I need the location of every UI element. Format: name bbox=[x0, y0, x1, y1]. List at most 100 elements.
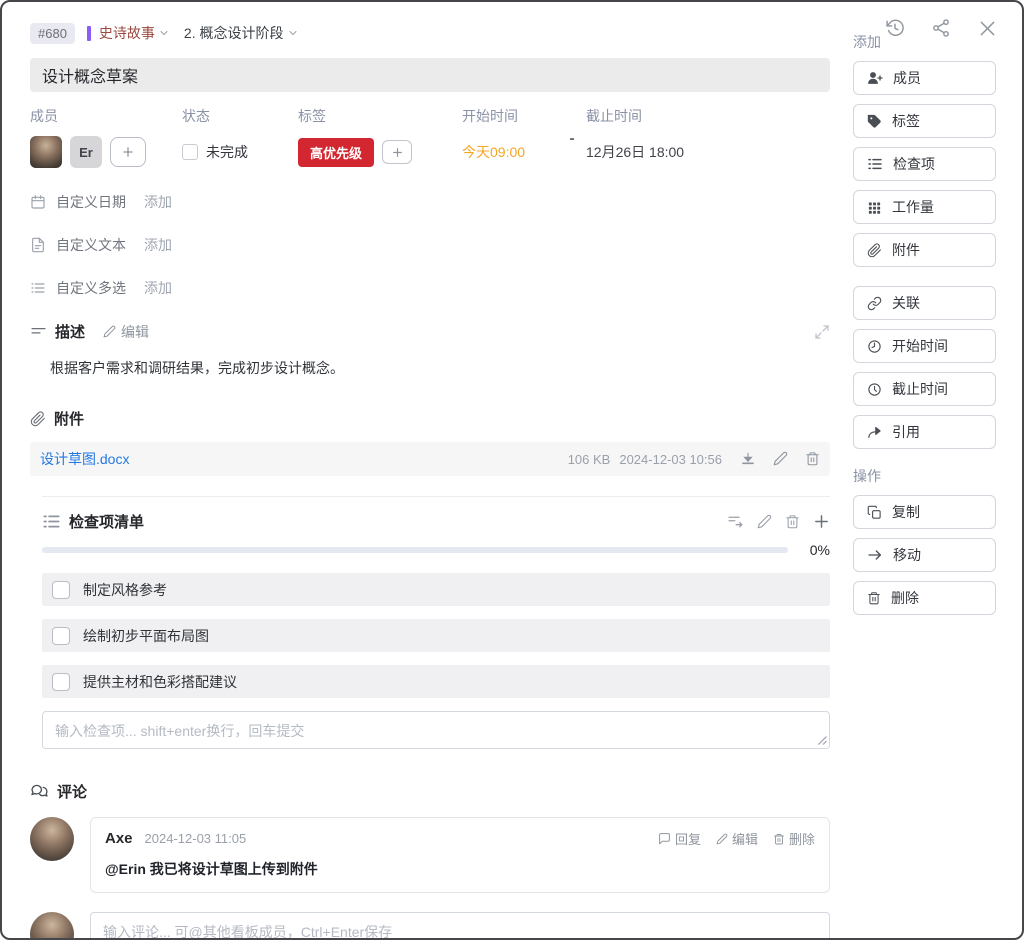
document-icon bbox=[30, 237, 46, 253]
comment-input[interactable] bbox=[90, 912, 830, 938]
field-start-time: 开始时间 今天09:00 bbox=[462, 106, 558, 168]
comment-author: Axe bbox=[105, 830, 133, 847]
checklist-section: 检查项清单 0% 制定风格参考 绘制初步平面布局图 提供主材和色彩搭配建议 输入… bbox=[42, 496, 830, 749]
field-due-time: 截止时间 12月26日 18:00 bbox=[586, 106, 684, 168]
add-tag-button[interactable] bbox=[382, 140, 413, 164]
move-arrow-icon bbox=[867, 547, 883, 563]
time-range-separator: - bbox=[569, 130, 575, 147]
epic-color-bar bbox=[86, 25, 91, 41]
field-status: 状态 未完成 bbox=[182, 106, 298, 168]
start-time-value[interactable]: 今天09:00 bbox=[462, 142, 525, 162]
action-sidebar: 添加 成员 标签 检查项 工作量 附件 关联 开始时间 截止时间 引用 操作 复… bbox=[841, 2, 1022, 938]
pencil-icon[interactable] bbox=[773, 451, 788, 467]
checklist-item-checkbox[interactable] bbox=[52, 672, 70, 691]
add-member-button[interactable] bbox=[110, 137, 146, 167]
description-body: 根据客户需求和调研结果，完成初步设计概念。 bbox=[50, 360, 344, 376]
trash-icon[interactable] bbox=[805, 451, 820, 467]
member-avatar: Er bbox=[70, 136, 102, 168]
link-icon bbox=[867, 296, 882, 311]
field-tags: 标签 高优先级 bbox=[298, 106, 462, 168]
comment-input-row bbox=[30, 912, 830, 938]
sidebar-add-link-button[interactable]: 关联 bbox=[853, 286, 996, 320]
comment-author-avatar bbox=[30, 817, 74, 861]
copy-icon bbox=[867, 505, 882, 520]
calendar-icon bbox=[30, 194, 46, 210]
comment-reply-button[interactable]: 回复 bbox=[658, 829, 701, 848]
trash-icon[interactable] bbox=[785, 514, 800, 529]
sidebar-set-due-time-button[interactable]: 截止时间 bbox=[853, 372, 996, 406]
attachment-time: 2024-12-03 10:56 bbox=[619, 451, 722, 467]
tags-label: 标签 bbox=[298, 108, 326, 124]
comment: Axe 2024-12-03 11:05 回复 编辑 删除 @Erin 我已将设… bbox=[30, 817, 830, 893]
start-time-clock-icon bbox=[867, 339, 882, 354]
status-value: 未完成 bbox=[206, 144, 248, 160]
checklist-icon bbox=[867, 156, 883, 172]
close-icon[interactable] bbox=[977, 18, 998, 39]
share-icon[interactable] bbox=[931, 18, 951, 39]
sidebar-add-tag-button[interactable]: 标签 bbox=[853, 104, 996, 138]
pencil-icon[interactable] bbox=[757, 514, 772, 529]
reply-bubble-icon bbox=[659, 833, 670, 845]
checklist-item-checkbox[interactable] bbox=[52, 580, 70, 599]
sidebar-add-member-button[interactable]: 成员 bbox=[853, 61, 996, 95]
sidebar-add-workload-button[interactable]: 工作量 bbox=[853, 190, 996, 224]
quote-forward-icon bbox=[867, 425, 882, 440]
custom-field-multiselect: 自定义多选 添加 bbox=[30, 278, 841, 298]
custom-date-add[interactable]: 添加 bbox=[144, 192, 172, 212]
card-id-badge: #680 bbox=[30, 22, 75, 44]
sidebar-quote-button[interactable]: 引用 bbox=[853, 415, 996, 449]
custom-text-label: 自定义文本 bbox=[56, 237, 126, 253]
multiselect-icon bbox=[30, 280, 46, 296]
actions-section-title: 操作 bbox=[853, 468, 881, 484]
description-edit-button[interactable]: 编辑 bbox=[103, 322, 149, 342]
checklist-input[interactable] bbox=[42, 711, 830, 749]
checklist-item: 绘制初步平面布局图 bbox=[42, 619, 830, 652]
member-avatar bbox=[30, 136, 62, 168]
workload-grid-icon bbox=[867, 200, 882, 215]
attachment-size: 106 KB bbox=[567, 451, 611, 467]
hide-completed-icon[interactable] bbox=[727, 513, 744, 530]
custom-field-text: 自定义文本 添加 bbox=[30, 235, 841, 255]
sidebar-delete-button[interactable]: 删除 bbox=[853, 581, 996, 615]
custom-fields: 自定义日期 添加 自定义文本 添加 自定义多选 添加 bbox=[30, 192, 841, 298]
task-title[interactable]: 设计概念草案 bbox=[30, 58, 830, 92]
trash-icon bbox=[867, 591, 881, 605]
sidebar-copy-button[interactable]: 复制 bbox=[853, 495, 996, 529]
field-members: 成员 Er bbox=[30, 106, 182, 168]
comment-body: @Erin 我已将设计草图上传到附件 bbox=[105, 861, 318, 877]
pencil-icon bbox=[716, 833, 728, 844]
status-label: 状态 bbox=[182, 108, 210, 124]
chevron-down-icon bbox=[158, 27, 170, 39]
expand-icon[interactable] bbox=[814, 324, 830, 340]
priority-badge[interactable]: 高优先级 bbox=[298, 137, 375, 167]
status-checkbox[interactable] bbox=[182, 144, 198, 160]
paperclip-icon bbox=[30, 410, 46, 427]
breadcrumb-epic[interactable]: 史诗故事 bbox=[99, 23, 170, 43]
checklist-item-checkbox[interactable] bbox=[52, 626, 70, 645]
sidebar-add-checklist-button[interactable]: 检查项 bbox=[853, 147, 996, 181]
pencil-icon bbox=[103, 325, 116, 338]
sidebar-add-attachment-button[interactable]: 附件 bbox=[853, 233, 996, 267]
custom-multiselect-add[interactable]: 添加 bbox=[144, 278, 172, 298]
due-time-clock-icon bbox=[867, 382, 882, 397]
checklist-icon bbox=[42, 512, 61, 531]
field-row: 成员 Er 状态 未完成 标签 高优先级 开始时间 今天09:00 - 截止时间… bbox=[30, 106, 841, 168]
plus-icon[interactable] bbox=[813, 513, 830, 530]
current-user-avatar bbox=[30, 912, 74, 938]
custom-text-add[interactable]: 添加 bbox=[144, 235, 172, 255]
attachment-file-link[interactable]: 设计草图.docx bbox=[40, 449, 129, 469]
due-time-label: 截止时间 bbox=[586, 108, 642, 124]
task-content: #680 史诗故事 2. 概念设计阶段 设计概念草案 成员 Er 状态 未完成 … bbox=[2, 2, 841, 938]
download-icon[interactable] bbox=[740, 451, 756, 467]
sidebar-move-button[interactable]: 移动 bbox=[853, 538, 996, 572]
checklist-item: 制定风格参考 bbox=[42, 573, 830, 606]
comment-edit-button[interactable]: 编辑 bbox=[716, 829, 758, 848]
due-time-value[interactable]: 12月26日 18:00 bbox=[586, 142, 684, 162]
breadcrumb-stage[interactable]: 2. 概念设计阶段 bbox=[184, 23, 299, 43]
description-icon bbox=[30, 323, 47, 340]
history-icon[interactable] bbox=[885, 18, 905, 39]
sidebar-set-start-time-button[interactable]: 开始时间 bbox=[853, 329, 996, 363]
comments-title: 评论 bbox=[57, 784, 88, 801]
comment-delete-button[interactable]: 删除 bbox=[773, 829, 815, 848]
comments-icon bbox=[30, 782, 49, 801]
